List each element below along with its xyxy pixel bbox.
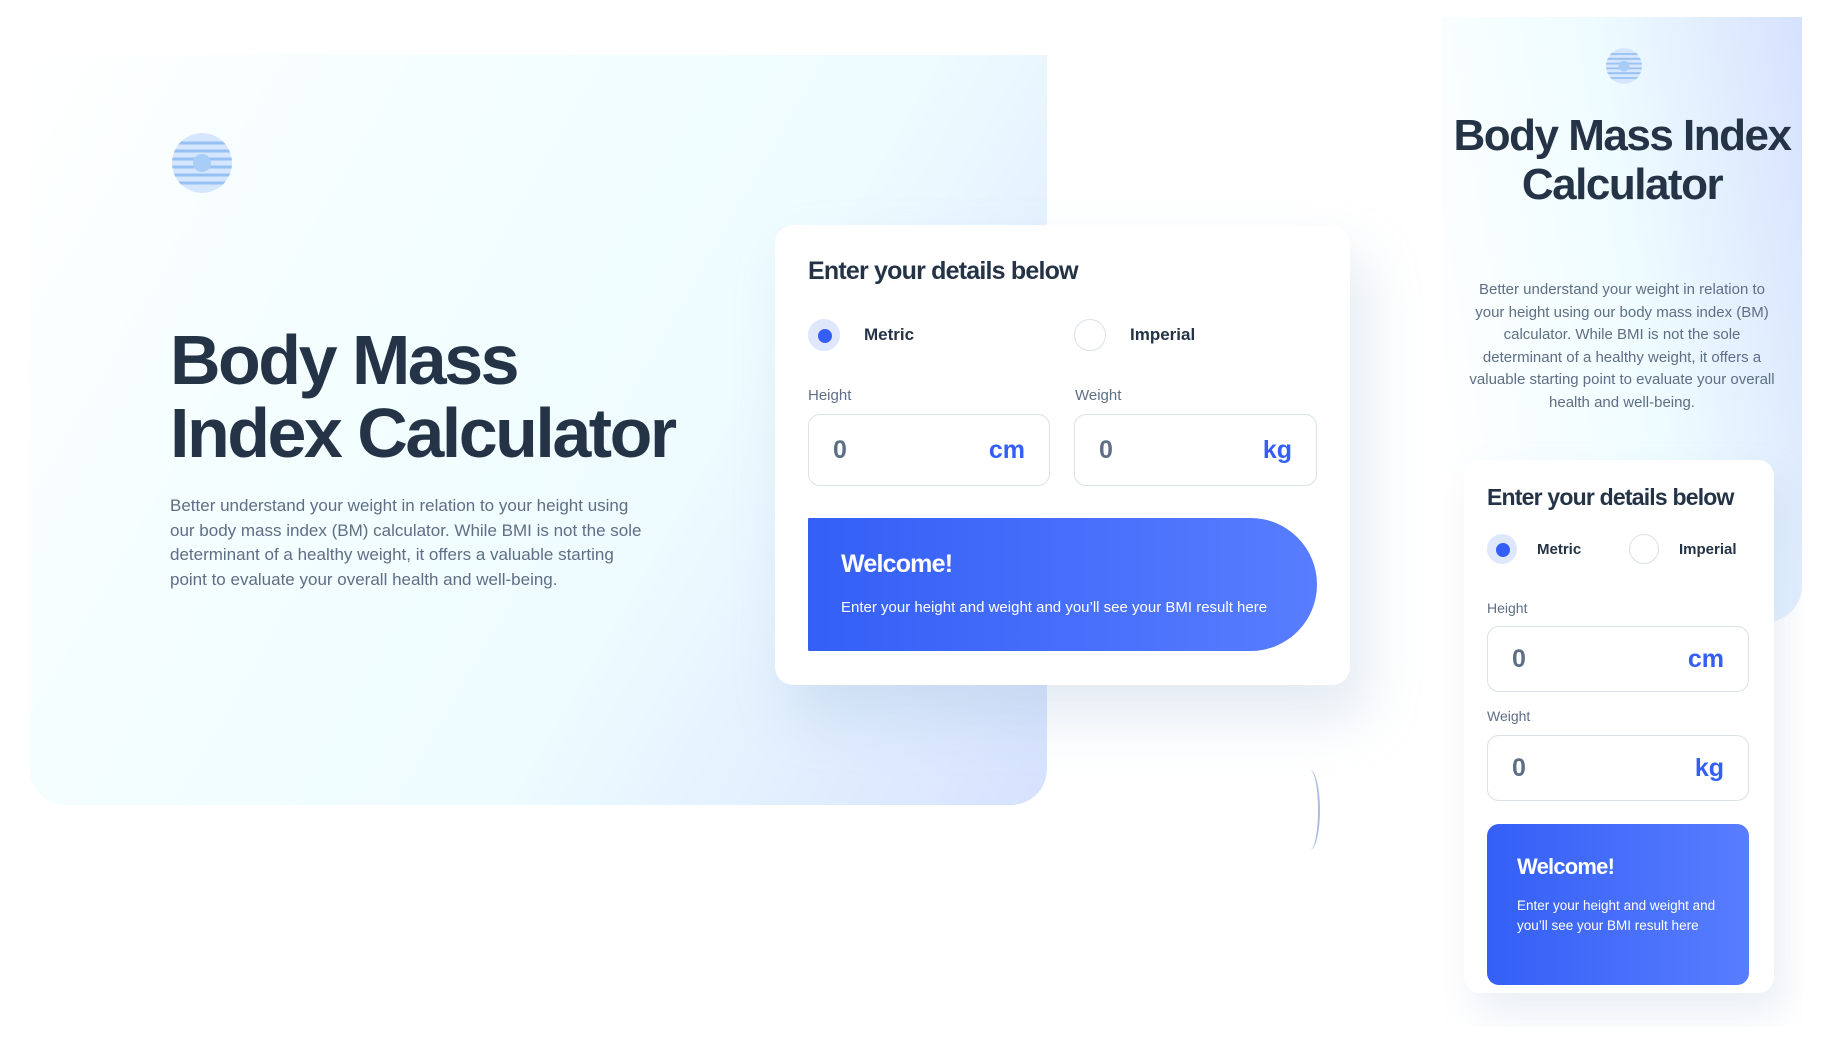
imperial-radio[interactable]: Imperial xyxy=(1074,319,1195,351)
weight-unit: kg xyxy=(1262,435,1292,464)
bmi-logo-icon xyxy=(172,133,232,193)
welcome-title: Welcome! xyxy=(841,550,953,578)
weight-value[interactable]: 0 xyxy=(1099,436,1113,465)
calculator-heading: Enter your details below xyxy=(808,257,1079,285)
metric-radio-label[interactable]: Metric xyxy=(1537,541,1581,558)
height-input[interactable]: 0 cm xyxy=(808,414,1050,486)
height-value[interactable]: 0 xyxy=(1512,645,1526,674)
height-value[interactable]: 0 xyxy=(833,436,847,465)
page-title: Body Mass Index Calculator xyxy=(170,321,677,472)
weight-unit: kg xyxy=(1694,753,1724,782)
height-input[interactable]: 0 cm xyxy=(1487,626,1749,692)
calculator-heading: Enter your details below xyxy=(1487,484,1734,510)
imperial-radio[interactable]: Imperial xyxy=(1629,534,1737,564)
radio-checked-icon[interactable] xyxy=(1487,534,1517,564)
calculator-card: Enter your details below Metric Imperial… xyxy=(1464,460,1774,993)
metric-radio[interactable]: Metric xyxy=(808,319,914,351)
page-description: Better understand your weight in relatio… xyxy=(170,496,642,589)
height-unit: cm xyxy=(1687,644,1724,673)
calculator-card: Enter your details below Metric Imperial… xyxy=(775,225,1350,685)
radio-unchecked-icon[interactable] xyxy=(1629,534,1659,564)
welcome-title: Welcome! xyxy=(1517,854,1615,879)
weight-label: Weight xyxy=(1075,387,1122,404)
welcome-text: Enter your height and weight and you’ll … xyxy=(1517,898,1716,933)
metric-radio[interactable]: Metric xyxy=(1487,534,1581,564)
result-panel: Welcome! Enter your height and weight an… xyxy=(1487,824,1749,985)
weight-label: Weight xyxy=(1487,708,1531,724)
weight-input[interactable]: 0 kg xyxy=(1487,735,1749,801)
height-label: Height xyxy=(808,387,852,404)
imperial-radio-label[interactable]: Imperial xyxy=(1130,325,1195,345)
result-panel: Welcome! Enter your height and weight an… xyxy=(808,518,1317,651)
height-label: Height xyxy=(1487,600,1528,616)
radio-checked-icon[interactable] xyxy=(808,319,840,351)
decorative-curve xyxy=(1300,770,1320,850)
weight-input[interactable]: 0 kg xyxy=(1074,414,1317,486)
imperial-radio-label[interactable]: Imperial xyxy=(1679,541,1737,558)
radio-unchecked-icon[interactable] xyxy=(1074,319,1106,351)
page-description: Better understand your weight in relatio… xyxy=(1469,281,1775,411)
height-unit: cm xyxy=(988,435,1025,464)
mobile-preview: Body Mass Index Calculator Better unders… xyxy=(1442,17,1802,1027)
welcome-text: Enter your height and weight and you’ll … xyxy=(841,599,1268,616)
page-title: Body Mass Index Calculator xyxy=(1453,111,1792,209)
bmi-logo-icon xyxy=(1606,48,1642,84)
metric-radio-label[interactable]: Metric xyxy=(864,325,914,345)
weight-value[interactable]: 0 xyxy=(1512,754,1526,783)
